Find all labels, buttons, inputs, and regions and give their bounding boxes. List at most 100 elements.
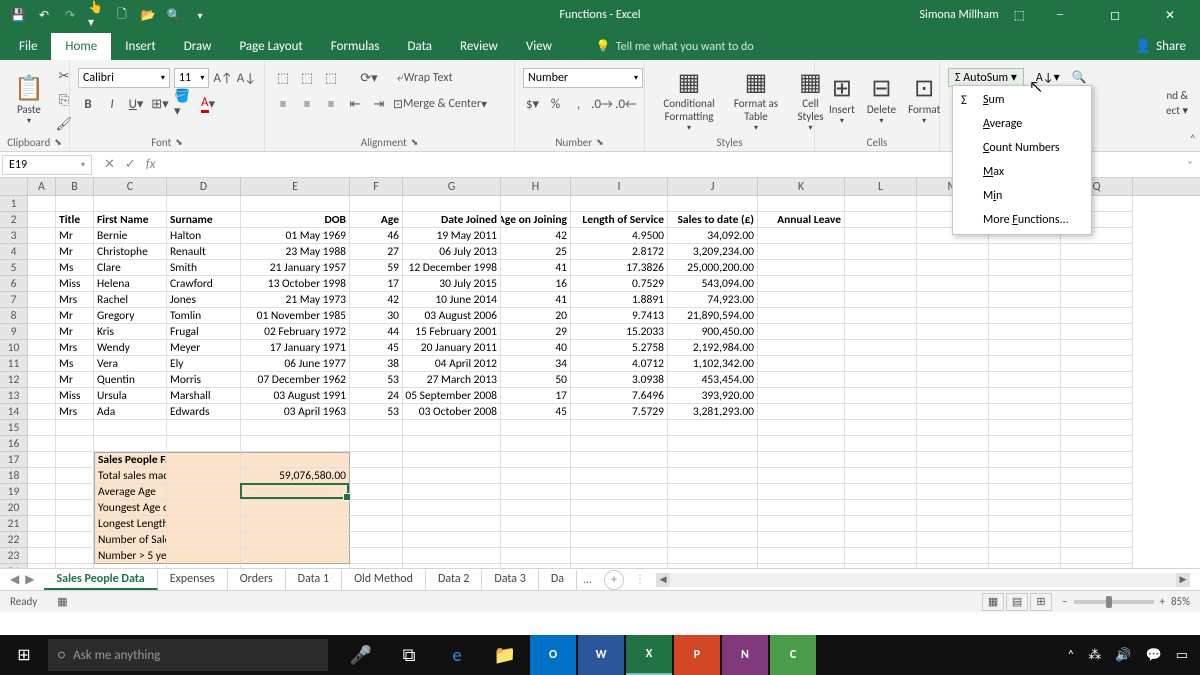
cell[interactable]: [167, 484, 241, 500]
cell[interactable]: [571, 532, 668, 548]
cell[interactable]: [56, 420, 94, 436]
cell[interactable]: [668, 500, 758, 516]
cortana-search[interactable]: ○ Ask me anything: [48, 639, 328, 671]
cell[interactable]: [56, 532, 94, 548]
cell[interactable]: [56, 484, 94, 500]
align-middle-icon[interactable]: ⬚: [297, 68, 317, 88]
sheet-tab[interactable]: Orders: [228, 570, 286, 590]
col-header-C[interactable]: C: [94, 178, 167, 195]
row-header-5[interactable]: 5: [0, 260, 28, 276]
cell[interactable]: [758, 564, 845, 568]
cell[interactable]: [758, 196, 845, 212]
cell[interactable]: [28, 324, 56, 340]
save-icon[interactable]: 💾: [10, 7, 26, 23]
cell[interactable]: [94, 564, 167, 568]
cell[interactable]: [845, 292, 917, 308]
cell[interactable]: 01 May 1969: [241, 228, 350, 244]
cell[interactable]: 12 December 1998: [403, 260, 501, 276]
cell[interactable]: [501, 452, 571, 468]
cell[interactable]: [989, 484, 1061, 500]
cell[interactable]: [989, 324, 1061, 340]
cell[interactable]: [403, 516, 501, 532]
cell[interactable]: [167, 196, 241, 212]
word-icon[interactable]: W: [578, 635, 624, 675]
cell[interactable]: [758, 436, 845, 452]
cell[interactable]: Morris: [167, 372, 241, 388]
cell[interactable]: 21 January 1957: [241, 260, 350, 276]
cell[interactable]: [241, 452, 350, 468]
cell[interactable]: 15 February 2001: [403, 324, 501, 340]
insert-cells-button[interactable]: ⊞Insert▾: [823, 72, 861, 128]
cell[interactable]: [989, 420, 1061, 436]
cell[interactable]: [1061, 532, 1133, 548]
cell[interactable]: [989, 260, 1061, 276]
cell[interactable]: [501, 484, 571, 500]
tray-up-icon[interactable]: ˄: [1067, 648, 1074, 663]
tab-data[interactable]: Data: [394, 33, 447, 60]
cell[interactable]: 24: [350, 388, 403, 404]
paste-button[interactable]: 📋 Paste ▾: [8, 72, 50, 128]
cell[interactable]: [668, 484, 758, 500]
cell[interactable]: [350, 484, 403, 500]
delete-cells-button[interactable]: ⊟Delete▾: [861, 72, 902, 128]
cell[interactable]: [571, 484, 668, 500]
cell[interactable]: 3,209,234.00: [668, 244, 758, 260]
cell[interactable]: Mrs: [56, 292, 94, 308]
cell[interactable]: 4.0712: [571, 356, 668, 372]
cell[interactable]: Number > 5 years: [94, 548, 167, 564]
cell[interactable]: 30: [350, 308, 403, 324]
row-header-12[interactable]: 12: [0, 372, 28, 388]
row-header-11[interactable]: 11: [0, 356, 28, 372]
bold-icon[interactable]: B: [78, 94, 98, 114]
col-header-L[interactable]: L: [845, 178, 917, 195]
cell[interactable]: [917, 516, 989, 532]
col-header-H[interactable]: H: [501, 178, 571, 195]
cell[interactable]: [571, 564, 668, 568]
cell[interactable]: 38: [350, 356, 403, 372]
cell[interactable]: Average Age: [94, 484, 167, 500]
cell[interactable]: [845, 196, 917, 212]
cell[interactable]: [758, 420, 845, 436]
cell[interactable]: [1061, 244, 1133, 260]
cell[interactable]: Renault: [167, 244, 241, 260]
row-header-18[interactable]: 18: [0, 468, 28, 484]
cell[interactable]: [28, 468, 56, 484]
cell[interactable]: [845, 228, 917, 244]
cell[interactable]: [758, 292, 845, 308]
cell[interactable]: [350, 500, 403, 516]
cell[interactable]: [56, 468, 94, 484]
cell[interactable]: [56, 196, 94, 212]
cell[interactable]: [758, 468, 845, 484]
cell[interactable]: [1061, 404, 1133, 420]
row-header-16[interactable]: 16: [0, 436, 28, 452]
col-header-I[interactable]: I: [571, 178, 668, 195]
excel-icon[interactable]: X: [626, 635, 672, 675]
cell[interactable]: [28, 356, 56, 372]
cell[interactable]: [56, 516, 94, 532]
cell[interactable]: [758, 276, 845, 292]
grow-font-icon[interactable]: A↑: [213, 68, 232, 88]
cell[interactable]: [917, 548, 989, 564]
cell[interactable]: [668, 564, 758, 568]
cell[interactable]: 03 October 2008: [403, 404, 501, 420]
cell[interactable]: [668, 548, 758, 564]
cell[interactable]: [1061, 516, 1133, 532]
cell[interactable]: [845, 372, 917, 388]
cell[interactable]: [1061, 324, 1133, 340]
cell[interactable]: 03 August 2006: [403, 308, 501, 324]
cell[interactable]: [1061, 340, 1133, 356]
row-header-23[interactable]: 23: [0, 548, 28, 564]
cell[interactable]: [917, 420, 989, 436]
cell[interactable]: Surname: [167, 212, 241, 228]
cell[interactable]: 9.7413: [571, 308, 668, 324]
cell[interactable]: 17 January 1971: [241, 340, 350, 356]
cell[interactable]: Mr: [56, 244, 94, 260]
cell[interactable]: 06 June 1977: [241, 356, 350, 372]
cell[interactable]: [668, 452, 758, 468]
align-right-icon[interactable]: ≡: [321, 94, 341, 114]
cell[interactable]: [989, 548, 1061, 564]
cell[interactable]: 27 March 2013: [403, 372, 501, 388]
cell[interactable]: Miss: [56, 388, 94, 404]
cell[interactable]: 03 April 1963: [241, 404, 350, 420]
cell[interactable]: 543,094.00: [668, 276, 758, 292]
